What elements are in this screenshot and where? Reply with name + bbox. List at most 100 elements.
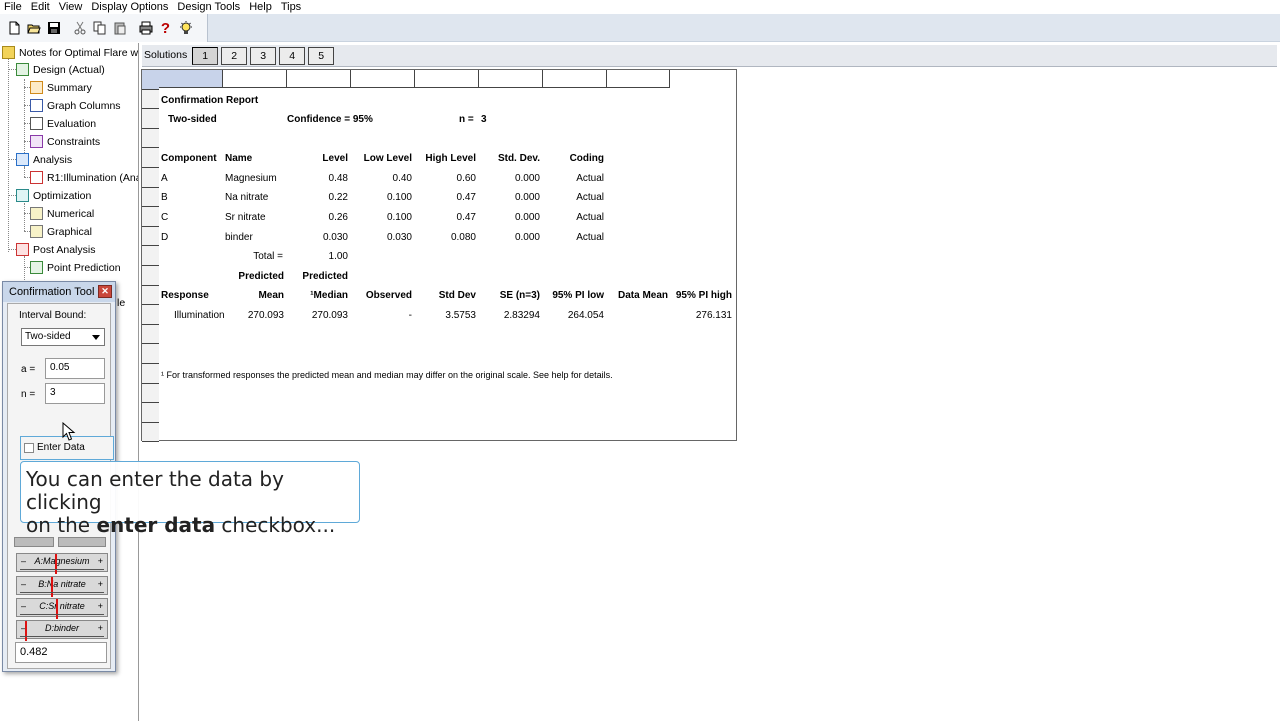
component-a-high: 0.60: [456, 173, 476, 184]
chevron-down-icon: [92, 335, 100, 340]
total-label: Total =: [253, 251, 283, 262]
response-name: Illumination: [174, 310, 225, 321]
tree-item-label: R1:Illumination (Anal: [47, 171, 139, 184]
enter-data-label: Enter Data: [37, 442, 85, 453]
current-value-field[interactable]: 0.482: [15, 642, 107, 663]
tree-item-label: Point Prediction: [47, 261, 121, 274]
hidden-button-right[interactable]: [58, 537, 106, 547]
confirmation-tool-titlebar[interactable]: Confirmation Tool ✕: [3, 282, 115, 302]
tree-item-post-analysis[interactable]: Post Analysis: [16, 241, 95, 258]
save-icon[interactable]: [46, 21, 61, 36]
component-d-sd: 0.000: [514, 232, 540, 243]
tree-item-label: Evaluation: [47, 117, 97, 130]
slider-d-binder[interactable]: – D:binder +: [16, 620, 108, 641]
slider-a-magnesium[interactable]: – A:Magnesium +: [16, 553, 108, 574]
tree-item-partial[interactable]: le: [117, 294, 125, 311]
callout-line-2-suffix: checkbox...: [215, 513, 336, 537]
component-d-coding: Actual: [576, 232, 604, 243]
interval-bound-value: Two-sided: [25, 331, 71, 342]
component-c-low: 0.100: [386, 212, 412, 223]
cut-icon[interactable]: [72, 21, 87, 36]
tree-item-constraints[interactable]: Constraints: [30, 133, 100, 150]
tree-item-label: Summary: [47, 81, 92, 94]
menu-tips[interactable]: Tips: [281, 0, 301, 14]
tab-solution-3[interactable]: 3: [250, 47, 277, 65]
component-a-sd: 0.000: [514, 173, 540, 184]
tree-item-summary[interactable]: Summary: [30, 79, 92, 96]
predicted-header-mean: Predicted: [238, 271, 284, 282]
tree-item-numerical[interactable]: Numerical: [30, 205, 94, 222]
tree-item-evaluation[interactable]: Evaluation: [30, 115, 96, 132]
slider-plus[interactable]: +: [98, 556, 103, 566]
col-header-coding: Coding: [569, 153, 604, 164]
slider-c-sr-nitrate[interactable]: – C:Sr nitrate +: [16, 598, 108, 619]
response-mean: 270.093: [247, 310, 284, 321]
menu-edit[interactable]: Edit: [31, 0, 50, 14]
n-value: 3: [481, 114, 487, 125]
tab-solution-4[interactable]: 4: [279, 47, 306, 65]
tree-item-label: Analysis: [33, 153, 73, 166]
copy-icon[interactable]: [92, 21, 107, 36]
alpha-input[interactable]: 0.05: [45, 358, 105, 379]
point-prediction-icon: [30, 261, 43, 274]
tree-item-design[interactable]: Design (Actual): [16, 61, 105, 78]
n-input[interactable]: 3: [45, 383, 105, 404]
slider-marker[interactable]: [25, 621, 27, 641]
new-file-icon[interactable]: [6, 21, 21, 36]
tab-solution-2[interactable]: 2: [221, 47, 248, 65]
paste-icon[interactable]: [112, 21, 127, 36]
resp-header-data-mean: Data Mean: [617, 290, 668, 301]
menu-display-options[interactable]: Display Options: [91, 0, 168, 14]
col-header-high-level: High Level: [425, 153, 476, 164]
analysis-icon: [16, 153, 29, 166]
close-icon[interactable]: ✕: [98, 285, 112, 298]
slider-label: B:Na nitrate: [38, 579, 86, 589]
resp-header-pi-low: 95% PI low: [552, 290, 604, 301]
tree-item-r1-illumination[interactable]: R1:Illumination (Anal: [30, 169, 139, 186]
component-d-id: D: [161, 232, 169, 243]
component-c-high: 0.47: [456, 212, 476, 223]
slider-plus[interactable]: +: [98, 623, 103, 633]
component-a-level: 0.48: [328, 173, 348, 184]
tab-solution-5[interactable]: 5: [308, 47, 335, 65]
print-icon[interactable]: [138, 21, 153, 36]
menu-design-tools[interactable]: Design Tools: [177, 0, 240, 14]
tree-item-point-prediction[interactable]: Point Prediction: [30, 259, 121, 276]
tip-bulb-icon[interactable]: [178, 21, 193, 36]
slider-marker[interactable]: [56, 599, 59, 619]
interval-bound-select[interactable]: Two-sided: [21, 328, 105, 346]
open-folder-icon[interactable]: [26, 21, 41, 36]
component-b-sd: 0.000: [514, 192, 540, 203]
callout-line-1: You can enter the data by clicking: [26, 467, 284, 514]
resp-header-std-dev: Std Dev: [438, 290, 476, 301]
slider-plus[interactable]: +: [98, 601, 103, 611]
component-d-name: binder: [225, 232, 253, 243]
tree-item-label: Numerical: [47, 207, 95, 220]
col-header-component: Component: [161, 153, 217, 164]
help-icon[interactable]: ?: [158, 21, 173, 36]
tree-item-optimization[interactable]: Optimization: [16, 187, 91, 204]
post-analysis-icon: [16, 243, 29, 256]
confidence-level: Confidence = 95%: [287, 114, 373, 125]
slider-b-na-nitrate[interactable]: – B:Na nitrate +: [16, 576, 108, 597]
component-b-id: B: [161, 192, 168, 203]
tab-solution-1[interactable]: 1: [192, 47, 219, 65]
tree-root[interactable]: Notes for Optimal Flare wit: [2, 44, 138, 61]
slider-plus[interactable]: +: [98, 579, 103, 589]
evaluation-magnifier-icon: [30, 117, 43, 130]
menu-help[interactable]: Help: [249, 0, 272, 14]
hidden-button-left[interactable]: [14, 537, 54, 547]
tree-item-graphical[interactable]: Graphical: [30, 223, 92, 240]
menu-view[interactable]: View: [59, 0, 83, 14]
slider-marker[interactable]: [54, 554, 57, 574]
menu-file[interactable]: File: [4, 0, 22, 14]
tree-item-analysis[interactable]: Analysis: [16, 151, 72, 168]
callout-line-2-prefix: on the: [26, 513, 97, 537]
tutorial-callout: You can enter the data by clicking on th…: [20, 461, 360, 537]
slider-marker[interactable]: [50, 577, 53, 597]
enter-data-checkbox[interactable]: [24, 443, 34, 453]
slider-ticks: [20, 590, 104, 593]
resp-header-mean: Mean: [258, 290, 284, 301]
tree-item-graph-columns[interactable]: Graph Columns: [30, 97, 121, 114]
response-se: 2.83294: [503, 310, 540, 321]
